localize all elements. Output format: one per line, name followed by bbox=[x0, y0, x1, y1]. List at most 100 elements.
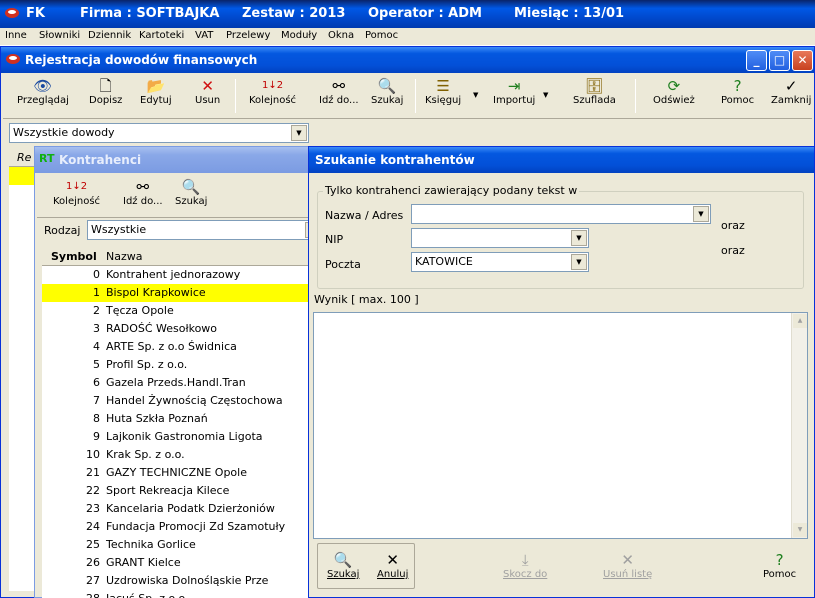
row-name: Huta Szkła Poznań bbox=[106, 412, 208, 425]
row-name: Jacuś Sp. z o.o. bbox=[106, 592, 189, 598]
chevron-down-icon[interactable]: ▼ bbox=[571, 254, 587, 270]
registration-column-header[interactable]: Re bbox=[9, 149, 37, 167]
table-row[interactable]: 23 Kancelaria Podatk Dzierżoniów bbox=[42, 500, 308, 518]
table-row[interactable]: 7 Handel Żywnością Częstochowa bbox=[42, 392, 308, 410]
row-name: Krak Sp. z o.o. bbox=[106, 448, 185, 461]
column-name[interactable]: Nazwa bbox=[106, 250, 142, 263]
jump-to-button[interactable]: ⤓ Skocz do bbox=[503, 551, 547, 580]
remove-list-button[interactable]: ✕ Usuń listę bbox=[603, 551, 652, 580]
close-button[interactable]: ✕ bbox=[792, 50, 813, 71]
minimize-button[interactable]: _ bbox=[746, 50, 767, 71]
nip-field[interactable]: ▼ bbox=[411, 228, 589, 248]
nip-label: NIP bbox=[325, 233, 344, 246]
set-label: Zestaw : 2013 bbox=[242, 6, 346, 21]
contractors-goto-button[interactable]: ⚯ Idź do... bbox=[123, 178, 163, 207]
contractors-window-icon: RT bbox=[39, 152, 55, 165]
month-label: Miesiąc : 13/01 bbox=[514, 6, 625, 21]
edit-button[interactable]: 📂 Edytuj bbox=[140, 77, 172, 106]
drawer-icon: 🗄 bbox=[584, 77, 604, 95]
maximize-button[interactable]: □ bbox=[769, 50, 790, 71]
menu-kartoteki[interactable]: Kartoteki bbox=[139, 30, 184, 41]
help-button[interactable]: ? Pomoc bbox=[721, 77, 754, 106]
help-icon: ? bbox=[775, 551, 784, 569]
import-icon: ⇥ bbox=[507, 77, 521, 95]
dialog-cancel-button[interactable]: ✕ Anuluj bbox=[377, 551, 408, 580]
app-title-bar: FK Firma : SOFTBAJKA Zestaw : 2013 Opera… bbox=[0, 0, 815, 28]
scroll-up-icon[interactable]: ▲ bbox=[793, 314, 807, 328]
table-row[interactable]: 21 GAZY TECHNICZNE Opole bbox=[42, 464, 308, 482]
goto-button[interactable]: ⚯ Idź do... bbox=[319, 77, 359, 106]
menu-dziennik[interactable]: Dziennik bbox=[88, 30, 131, 41]
table-row[interactable]: 26 GRANT Kielce bbox=[42, 554, 308, 572]
menu-inne[interactable]: Inne bbox=[5, 30, 27, 41]
search-icon: 🔍 bbox=[333, 551, 353, 569]
table-row[interactable]: 8 Huta Szkła Poznań bbox=[42, 410, 308, 428]
row-name: RADOŚĆ Wesołkowo bbox=[106, 322, 218, 335]
contractors-window: RT Kontrahenci 1↓2 Kolejność ⚯ Idź do... 🔍… bbox=[34, 146, 324, 598]
row-name: Fundacja Promocji Zd Szamotuły bbox=[106, 520, 286, 533]
table-row[interactable]: 27 Uzdrowiska Dolnośląskie Prze bbox=[42, 572, 308, 590]
order-button[interactable]: 1↓2 Kolejność bbox=[249, 77, 296, 106]
chevron-down-icon[interactable]: ▼ bbox=[291, 125, 307, 141]
table-row[interactable]: 3 RADOŚĆ Wesołkowo bbox=[42, 320, 308, 338]
contractors-order-button[interactable]: 1↓2 Kolejność bbox=[53, 178, 100, 207]
document-filter-select[interactable]: Wszystkie dowody ▼ bbox=[9, 123, 309, 143]
delete-button[interactable]: ✕ Usun bbox=[195, 77, 220, 106]
table-row[interactable]: 5 Profil Sp. z o.o. bbox=[42, 356, 308, 374]
contractors-search-button[interactable]: 🔍 Szukaj bbox=[175, 178, 207, 207]
result-list[interactable]: ▲ ▼ bbox=[313, 312, 808, 539]
dialog-search-button[interactable]: 🔍 Szukaj bbox=[327, 551, 359, 580]
app-name: FK bbox=[26, 6, 45, 21]
table-row[interactable]: 9 Lajkonik Gastronomia Ligota bbox=[42, 428, 308, 446]
result-scrollbar[interactable]: ▲ ▼ bbox=[791, 313, 807, 538]
table-row[interactable]: 22 Sport Rekreacja Kilece bbox=[42, 482, 308, 500]
chevron-down-icon[interactable]: ▼ bbox=[693, 206, 709, 222]
post-dropdown-arrow[interactable]: ▼ bbox=[473, 91, 478, 99]
menu-vat[interactable]: VAT bbox=[195, 30, 213, 41]
name-address-field[interactable]: ▼ bbox=[411, 204, 711, 224]
table-row[interactable]: 28 Jacuś Sp. z o.o. bbox=[42, 590, 308, 598]
row-name: Sport Rekreacja Kilece bbox=[106, 484, 230, 497]
menu-moduly[interactable]: Moduły bbox=[281, 30, 317, 41]
table-row[interactable]: 1 Bispol Krapkowice bbox=[42, 284, 308, 302]
column-symbol[interactable]: Symbol bbox=[51, 250, 97, 263]
registration-grid[interactable] bbox=[9, 185, 37, 591]
menu-przelewy[interactable]: Przelewy bbox=[226, 30, 270, 41]
menu-slowniki[interactable]: Słowniki bbox=[39, 30, 80, 41]
close-window-button[interactable]: ✓ Zamknij bbox=[771, 77, 811, 106]
table-row[interactable]: 0 Kontrahent jednorazowy bbox=[42, 266, 308, 284]
refresh-button[interactable]: ⟳ Odśwież bbox=[653, 77, 695, 106]
contractors-title-bar: RT Kontrahenci bbox=[35, 147, 323, 173]
menu-pomoc[interactable]: Pomoc bbox=[365, 30, 398, 41]
table-row[interactable]: 24 Fundacja Promocji Zd Szamotuły bbox=[42, 518, 308, 536]
browse-button[interactable]: 👁 Przeglądaj bbox=[17, 77, 69, 106]
row-symbol: 9 bbox=[93, 430, 100, 443]
registration-selected-row[interactable] bbox=[9, 167, 37, 185]
table-row[interactable]: 2 Tęcza Opole bbox=[42, 302, 308, 320]
scroll-down-icon[interactable]: ▼ bbox=[793, 523, 807, 537]
post-office-field[interactable]: KATOWICE ▼ bbox=[411, 252, 589, 272]
import-button[interactable]: ⇥ Importuj bbox=[493, 77, 535, 106]
row-name: Lajkonik Gastronomia Ligota bbox=[106, 430, 263, 443]
post-button[interactable]: ☰ Księguj bbox=[425, 77, 461, 106]
search-button[interactable]: 🔍 Szukaj bbox=[371, 77, 403, 106]
row-name: Gazela Przeds.Handl.Tran bbox=[106, 376, 246, 389]
menu-okna[interactable]: Okna bbox=[328, 30, 354, 41]
drawer-button[interactable]: 🗄 Szuflada bbox=[573, 77, 616, 106]
contractors-grid[interactable]: 0 Kontrahent jednorazowy 1 Bispol Krapkowic… bbox=[42, 266, 308, 598]
add-button[interactable]: 🗋 Dopisz bbox=[89, 77, 122, 106]
chevron-down-icon[interactable]: ▼ bbox=[571, 230, 587, 246]
row-symbol: 4 bbox=[93, 340, 100, 353]
row-name: Handel Żywnością Częstochowa bbox=[106, 394, 283, 407]
type-select[interactable]: Wszystkie▼ bbox=[87, 220, 323, 240]
table-row[interactable]: 25 Technika Gorlice bbox=[42, 536, 308, 554]
post-office-label: Poczta bbox=[325, 258, 361, 271]
import-dropdown-arrow[interactable]: ▼ bbox=[543, 91, 548, 99]
row-symbol: 27 bbox=[86, 574, 100, 587]
sort-icon: 1↓2 bbox=[261, 80, 284, 91]
dialog-help-button[interactable]: ? Pomoc bbox=[763, 551, 796, 580]
table-row[interactable]: 10 Krak Sp. z o.o. bbox=[42, 446, 308, 464]
table-row[interactable]: 4 ARTE Sp. z o.o Świdnica bbox=[42, 338, 308, 356]
table-row[interactable]: 6 Gazela Przeds.Handl.Tran bbox=[42, 374, 308, 392]
refresh-icon: ⟳ bbox=[667, 77, 681, 95]
